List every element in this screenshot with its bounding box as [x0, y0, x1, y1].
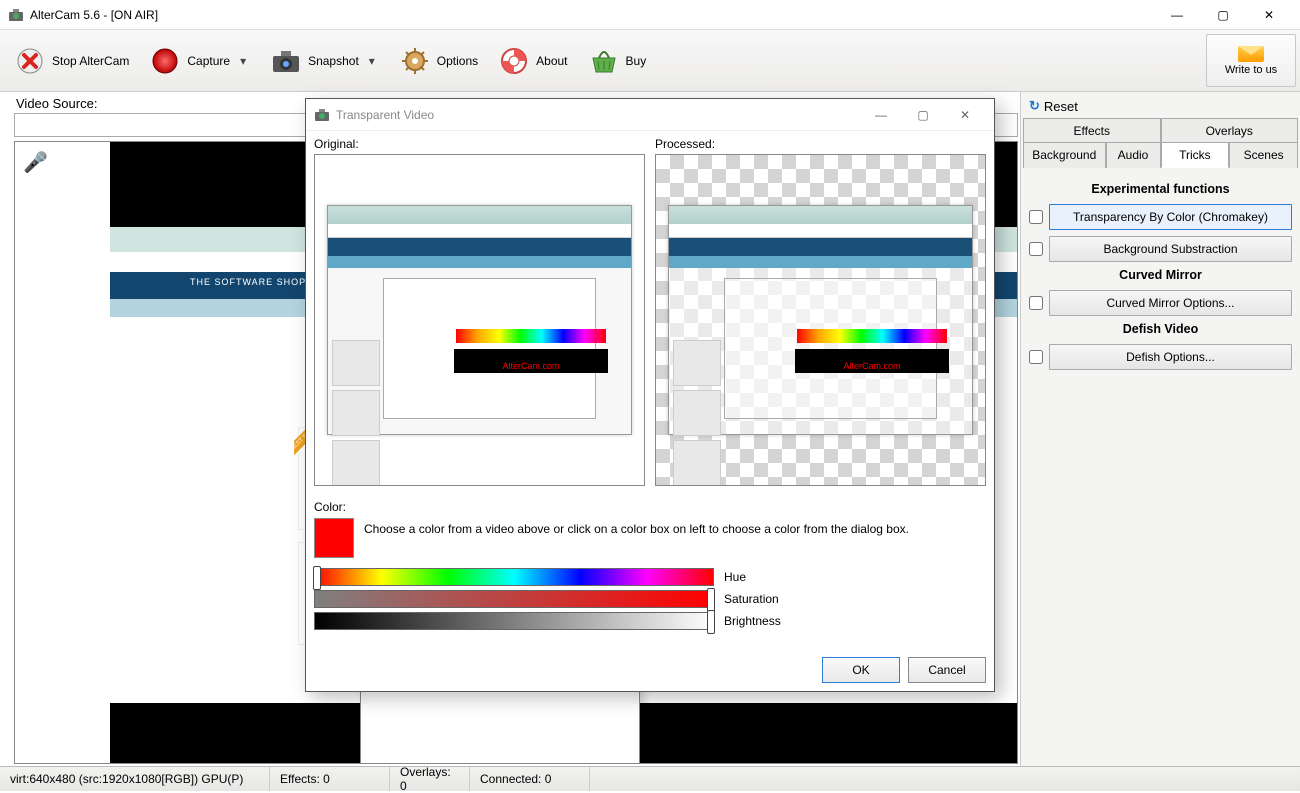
tab-audio[interactable]: Audio: [1106, 142, 1161, 168]
saturation-slider[interactable]: [314, 590, 714, 608]
capture-button[interactable]: Capture ▾: [141, 41, 258, 81]
color-swatch[interactable]: [314, 518, 354, 558]
right-pane: ↻ Reset Effects Overlays Background Audi…: [1020, 92, 1300, 766]
color-sliders: Hue Saturation Brightness: [314, 568, 986, 634]
buy-label: Buy: [626, 54, 647, 68]
processed-label: Processed:: [655, 137, 986, 151]
status-virt: virt:640x480 (src:1920x1080[RGB]) GPU(P): [0, 767, 270, 791]
window-title: AlterCam 5.6 - [ON AIR]: [30, 8, 1154, 22]
capture-label: Capture: [187, 54, 230, 68]
capture-dropdown-icon[interactable]: ▾: [236, 54, 250, 68]
bg-substraction-checkbox[interactable]: [1029, 242, 1043, 256]
original-preview[interactable]: AlterCam.com: [314, 154, 645, 486]
status-connected: Connected: 0: [470, 767, 590, 791]
stop-altercam-button[interactable]: Stop AlterCam: [6, 41, 137, 81]
tricks-panel: Experimental functions Transparency By C…: [1023, 168, 1298, 384]
curved-mirror-options-button[interactable]: Curved Mirror Options...: [1049, 290, 1292, 316]
snapshot-dropdown-icon[interactable]: ▾: [365, 54, 379, 68]
tab-effects[interactable]: Effects: [1023, 118, 1161, 143]
dialog-close-button[interactable]: ✕: [944, 100, 986, 130]
tab-overlays[interactable]: Overlays: [1161, 118, 1299, 143]
transparency-checkbox[interactable]: [1029, 210, 1043, 224]
tab-scenes[interactable]: Scenes: [1229, 142, 1298, 168]
minimize-button[interactable]: —: [1154, 0, 1200, 30]
hue-label: Hue: [724, 570, 746, 584]
dialog-minimize-button[interactable]: —: [860, 100, 902, 130]
brightness-slider[interactable]: [314, 612, 714, 630]
color-section: Color: Choose a color from a video above…: [314, 500, 986, 558]
options-button[interactable]: Options: [391, 41, 486, 81]
saturation-label: Saturation: [724, 592, 779, 606]
basket-icon: [588, 45, 620, 77]
microphone-icon[interactable]: 🎤: [23, 150, 48, 175]
dialog-body: Original: AlterCam.com Processed:: [306, 131, 994, 649]
defish-options-button[interactable]: Defish Options...: [1049, 344, 1292, 370]
titlebar: AlterCam 5.6 - [ON AIR] — ▢ ✕: [0, 0, 1300, 30]
snapshot-button[interactable]: Snapshot ▾: [262, 41, 387, 81]
buy-button[interactable]: Buy: [580, 41, 655, 81]
defish-heading: Defish Video: [1029, 322, 1292, 336]
status-bar: virt:640x480 (src:1920x1080[RGB]) GPU(P)…: [0, 766, 1300, 791]
defish-checkbox[interactable]: [1029, 350, 1043, 364]
background-substraction-button[interactable]: Background Substraction: [1049, 236, 1292, 262]
close-button[interactable]: ✕: [1246, 0, 1292, 30]
transparency-by-color-button[interactable]: Transparency By Color (Chromakey): [1049, 204, 1292, 230]
right-tabs: Effects Overlays Background Audio Tricks…: [1023, 118, 1298, 168]
ok-button[interactable]: OK: [822, 657, 900, 683]
dialog-maximize-button[interactable]: ▢: [902, 100, 944, 130]
gear-icon: [399, 45, 431, 77]
color-label: Color:: [314, 500, 986, 514]
hue-thumb[interactable]: [313, 566, 321, 590]
main-toolbar: Stop AlterCam Capture ▾ Snapshot ▾ Optio…: [0, 30, 1300, 92]
reset-icon: ↻: [1029, 98, 1040, 114]
maximize-button[interactable]: ▢: [1200, 0, 1246, 30]
status-overlays: Overlays: 0: [390, 767, 470, 791]
reset-label: Reset: [1044, 99, 1078, 114]
about-label: About: [536, 54, 567, 68]
write-to-us-label: Write to us: [1225, 64, 1277, 76]
tab-background[interactable]: Background: [1023, 142, 1106, 168]
brightness-label: Brightness: [724, 614, 781, 628]
dialog-buttons: OK Cancel: [306, 649, 994, 691]
original-label: Original:: [314, 137, 645, 151]
dialog-titlebar: Transparent Video — ▢ ✕: [306, 99, 994, 131]
stop-icon: [14, 45, 46, 77]
stop-label: Stop AlterCam: [52, 54, 129, 68]
color-hint: Choose a color from a video above or cli…: [364, 518, 909, 536]
snapshot-label: Snapshot: [308, 54, 359, 68]
curved-mirror-heading: Curved Mirror: [1029, 268, 1292, 282]
about-button[interactable]: About: [490, 41, 575, 81]
options-label: Options: [437, 54, 478, 68]
record-icon: [149, 45, 181, 77]
transparent-video-dialog: Transparent Video — ▢ ✕ Original: AlterC…: [305, 98, 995, 692]
processed-preview[interactable]: AlterCam.com: [655, 154, 986, 486]
app-icon: [8, 7, 24, 23]
brightness-thumb[interactable]: [707, 610, 715, 634]
camera-icon: [270, 45, 302, 77]
status-effects: Effects: 0: [270, 767, 390, 791]
curved-mirror-checkbox[interactable]: [1029, 296, 1043, 310]
dialog-icon: [314, 107, 330, 123]
saturation-thumb[interactable]: [707, 588, 715, 612]
tab-tricks[interactable]: Tricks: [1161, 142, 1230, 168]
write-to-us-button[interactable]: Write to us: [1206, 34, 1296, 87]
reset-button[interactable]: ↻ Reset: [1023, 94, 1298, 118]
dialog-title: Transparent Video: [336, 108, 860, 122]
envelope-icon: [1238, 46, 1264, 62]
experimental-heading: Experimental functions: [1029, 182, 1292, 196]
lifebuoy-icon: [498, 45, 530, 77]
hue-slider[interactable]: [314, 568, 714, 586]
cancel-button[interactable]: Cancel: [908, 657, 986, 683]
